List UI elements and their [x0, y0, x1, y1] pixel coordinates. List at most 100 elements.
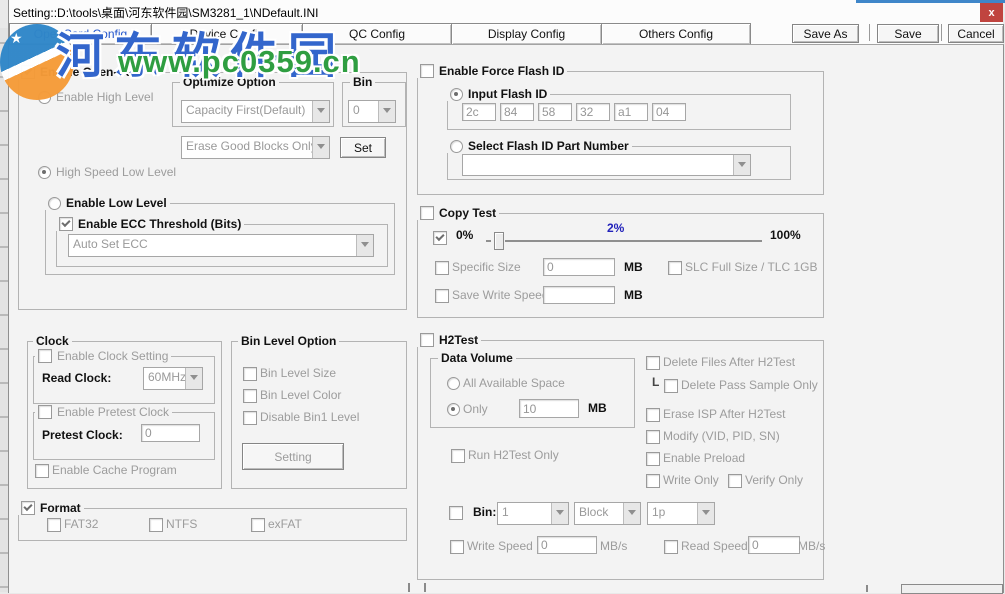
enable-pretest-clock-checkbox[interactable] — [38, 405, 52, 419]
bin-level-color-checkbox[interactable] — [243, 389, 257, 403]
slider-thumb[interactable] — [494, 232, 504, 250]
specific-size-input[interactable] — [543, 258, 615, 276]
verify-only-checkbox[interactable] — [728, 474, 742, 488]
chevron-down-icon[interactable] — [312, 101, 329, 122]
format-label: Format — [40, 501, 81, 515]
enable-clock-setting-label: Enable Clock Setting — [57, 349, 168, 363]
specific-size-checkbox[interactable] — [435, 261, 449, 275]
only-radio[interactable] — [447, 403, 460, 416]
write-only-checkbox[interactable] — [646, 474, 660, 488]
all-available-space-label: All Available Space — [463, 376, 565, 390]
delete-files-checkbox[interactable] — [646, 356, 660, 370]
chevron-down-icon[interactable] — [623, 503, 640, 524]
bin-value: 0 — [349, 101, 378, 122]
bin-level-setting-button[interactable]: Setting — [242, 443, 344, 470]
save-write-speed-checkbox[interactable] — [435, 289, 449, 303]
bin-row-checkbox[interactable] — [449, 506, 463, 520]
only-size-unit: MB — [588, 401, 607, 415]
delete-pass-sample-checkbox[interactable] — [664, 379, 678, 393]
optimize-option-dropdown[interactable]: Capacity First(Default) — [181, 100, 330, 123]
h2test-bin-dropdown[interactable]: 1 — [497, 502, 569, 525]
pretest-clock-input[interactable] — [141, 424, 200, 442]
save-write-speed-input[interactable] — [543, 286, 615, 304]
enable-clock-setting-checkbox[interactable] — [38, 349, 52, 363]
erase-isp-checkbox[interactable] — [646, 408, 660, 422]
read-clock-value: 60MHz — [144, 368, 185, 389]
copy-test-checkbox[interactable] — [420, 206, 434, 220]
slider-current-value: 2% — [607, 221, 624, 235]
flash-id-byte-4[interactable] — [614, 103, 648, 121]
slc-full-checkbox[interactable] — [668, 261, 682, 275]
chevron-down-icon[interactable] — [551, 503, 568, 524]
force-flash-id-checkbox[interactable] — [420, 64, 434, 78]
tab-qc-config-label: QC Config — [349, 27, 405, 41]
cancel-button[interactable]: Cancel — [948, 24, 1004, 43]
chevron-down-icon[interactable] — [312, 137, 329, 158]
bin-dropdown[interactable]: 0 — [348, 100, 396, 123]
chevron-down-icon[interactable] — [185, 368, 202, 389]
h2test-checkbox[interactable] — [420, 333, 434, 347]
all-available-space-radio[interactable] — [447, 377, 460, 390]
tab-others-config[interactable]: Others Config — [601, 23, 751, 45]
ntfs-label: NTFS — [166, 517, 197, 531]
run-h2test-only-checkbox[interactable] — [451, 449, 465, 463]
flash-id-byte-3[interactable] — [576, 103, 610, 121]
slider-left-stub — [486, 240, 491, 242]
save-write-speed-label: Save Write Speed — [452, 288, 549, 302]
input-flash-id-radio[interactable] — [450, 88, 463, 101]
set-button[interactable]: Set — [340, 137, 386, 158]
chevron-down-icon[interactable] — [378, 101, 395, 122]
close-button[interactable]: x — [980, 3, 1003, 22]
ecc-threshold-checkbox[interactable] — [59, 217, 73, 231]
copy-test-label: Copy Test — [439, 206, 496, 220]
modify-vid-pid-sn-checkbox[interactable] — [646, 430, 660, 444]
enable-preload-checkbox[interactable] — [646, 452, 660, 466]
erase-isp-label: Erase ISP After H2Test — [663, 407, 786, 421]
background-artifact-box — [901, 584, 1003, 594]
read-speed-checkbox[interactable] — [664, 540, 678, 554]
exfat-checkbox[interactable] — [251, 518, 265, 532]
bin-level-size-checkbox[interactable] — [243, 367, 257, 381]
chevron-down-icon[interactable] — [697, 503, 714, 524]
disable-bin1-level-checkbox[interactable] — [243, 411, 257, 425]
save-as-button[interactable]: Save As — [792, 24, 859, 43]
tab-qc-config[interactable]: QC Config — [302, 23, 452, 45]
save-button[interactable]: Save — [877, 24, 939, 43]
enable-cache-program-checkbox[interactable] — [35, 464, 49, 478]
tab-display-config[interactable]: Display Config — [451, 23, 602, 45]
chevron-down-icon[interactable] — [356, 235, 373, 256]
h2test-block-dropdown[interactable]: Block — [574, 502, 641, 525]
flash-id-byte-2[interactable] — [538, 103, 572, 121]
window-top-edge — [856, 0, 1005, 3]
slider-track[interactable] — [505, 240, 762, 242]
h2test-plane-dropdown[interactable]: 1p — [647, 502, 715, 525]
flash-id-byte-0[interactable] — [462, 103, 496, 121]
write-speed-input[interactable] — [537, 536, 597, 554]
background-artifact — [408, 583, 410, 592]
flash-id-byte-5[interactable] — [652, 103, 686, 121]
format-checkbox[interactable] — [21, 501, 35, 515]
tab-opencard-config[interactable]: OpenCard Config — [9, 23, 152, 45]
enable-high-level-radio[interactable] — [38, 91, 51, 104]
tab-device-config[interactable]: Device Config — [151, 23, 303, 45]
enable-pretest-clock-title: Enable Pretest Clock — [35, 405, 172, 419]
ecc-dropdown[interactable]: Auto Set ECC — [68, 234, 374, 257]
part-number-value — [463, 155, 733, 175]
verify-only-label: Verify Only — [745, 473, 803, 487]
only-size-input[interactable] — [519, 399, 579, 418]
read-speed-unit: MB/s — [798, 539, 825, 553]
ntfs-checkbox[interactable] — [149, 518, 163, 532]
fat32-checkbox[interactable] — [47, 518, 61, 532]
read-speed-input[interactable] — [748, 536, 800, 554]
select-part-number-radio[interactable] — [450, 140, 463, 153]
write-speed-checkbox[interactable] — [450, 540, 464, 554]
read-clock-dropdown[interactable]: 60MHz — [143, 367, 203, 390]
part-number-dropdown[interactable] — [462, 154, 751, 176]
chevron-down-icon[interactable] — [733, 155, 750, 175]
enable-low-level-radio[interactable] — [48, 197, 61, 210]
enable-open-card-checkbox[interactable] — [21, 65, 35, 79]
high-speed-low-level-radio[interactable] — [38, 166, 51, 179]
erase-mode-dropdown[interactable]: Erase Good Blocks Only — [181, 136, 330, 159]
copy-test-range-checkbox[interactable] — [433, 231, 447, 245]
flash-id-byte-1[interactable] — [500, 103, 534, 121]
